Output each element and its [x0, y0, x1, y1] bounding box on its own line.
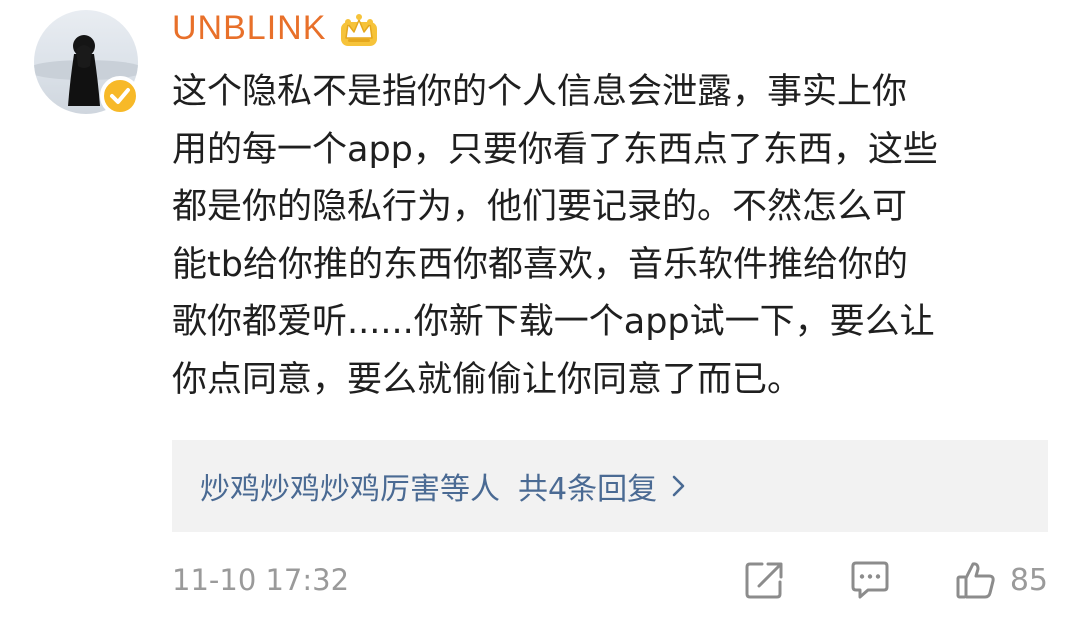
- crown-icon: [341, 14, 378, 46]
- comment-icon[interactable]: [848, 558, 892, 602]
- timestamp: 11-10 17:32: [172, 563, 350, 597]
- avatar[interactable]: [34, 10, 140, 116]
- username[interactable]: UNBLINK: [172, 9, 326, 48]
- replier-names: 炒鸡炒鸡炒鸡厉害等人: [200, 472, 500, 507]
- comment-line: 都是你的隐私行为，他们要记录的。不然怎么可: [172, 187, 908, 227]
- like-count: 85: [1009, 562, 1048, 598]
- replies-preview[interactable]: 炒鸡炒鸡炒鸡厉害等人 共4条回复: [172, 440, 1048, 532]
- comment-text: 这个隐私不是指你的个人信息会泄露，事实上你 用的每一个app，只要你看了东西点了…: [172, 64, 1052, 409]
- thumbs-up-icon[interactable]: [954, 558, 998, 602]
- share-icon[interactable]: [742, 558, 786, 602]
- comment-line: 能tb给你推的东西你都喜欢，音乐软件推给你的: [172, 244, 908, 285]
- chevron-right-icon: [672, 475, 685, 497]
- comment-line: 你点同意，要么就偷偷让你同意了而已。: [172, 359, 803, 400]
- comment-line: 歌你都爱听......你新下载一个app试一下，要么让: [172, 302, 935, 342]
- verified-badge-icon: [100, 76, 140, 116]
- action-bar: 85: [742, 556, 1048, 604]
- comment-line: 用的每一个app，只要你看了东西点了东西，这些: [172, 129, 938, 170]
- comment-footer: 11-10 17:32 85: [172, 556, 1048, 604]
- username-row: UNBLINK: [172, 6, 380, 50]
- reply-count: 共4条回复: [518, 472, 658, 507]
- comment-line: 这个隐私不是指你的个人信息会泄露，事实上你: [172, 72, 908, 112]
